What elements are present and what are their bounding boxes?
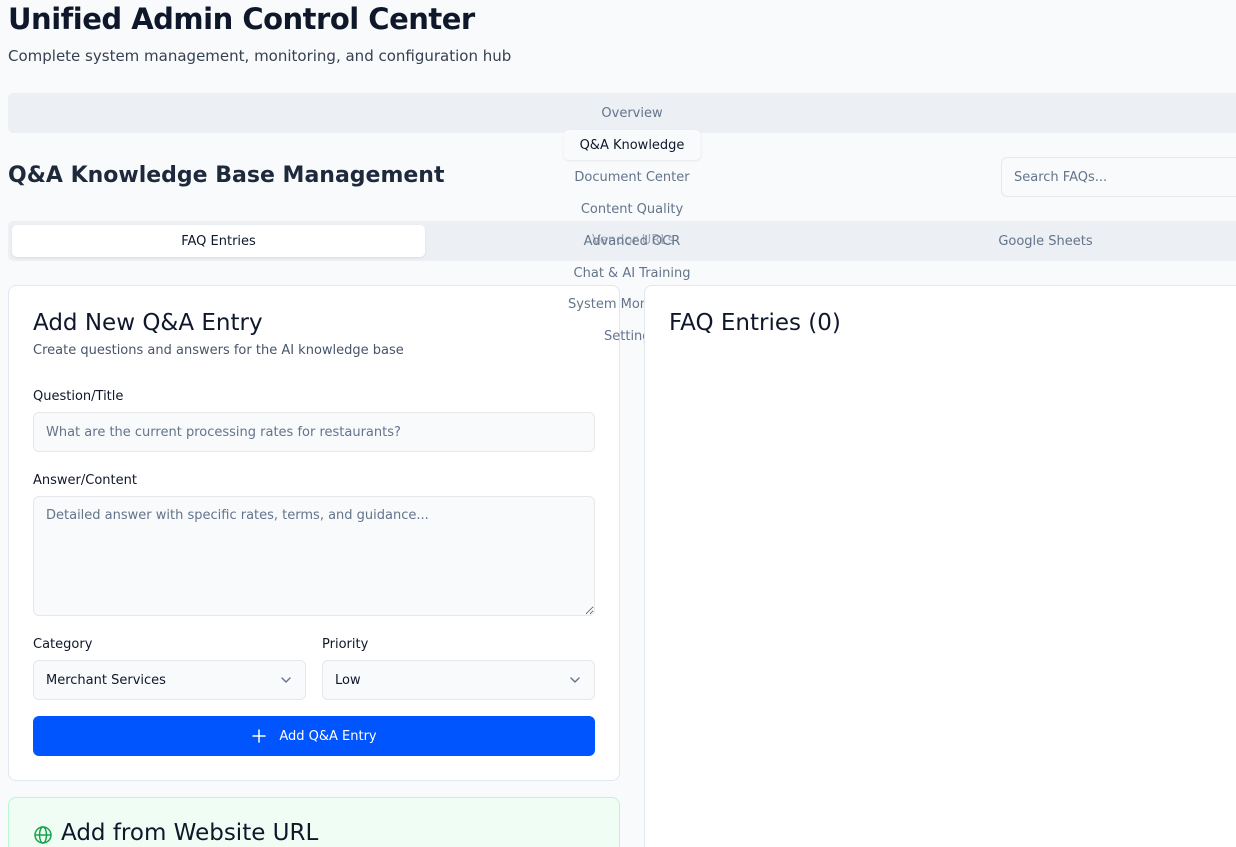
sub-tab-vendor-urls[interactable]: Vendor URLs bbox=[592, 233, 674, 248]
category-value: Merchant Services bbox=[46, 672, 166, 688]
add-qa-description: Create questions and answers for the AI … bbox=[33, 343, 404, 358]
globe-icon bbox=[34, 826, 52, 844]
chevron-down-icon bbox=[570, 677, 580, 683]
tab-content-quality[interactable]: Content Quality bbox=[581, 194, 683, 224]
tab-system-monitor[interactable]: System Monitor bbox=[568, 297, 644, 312]
add-qa-title: Add New Q&A Entry bbox=[33, 310, 263, 336]
category-select[interactable]: Merchant Services bbox=[33, 660, 306, 700]
tab-document-center[interactable]: Document Center bbox=[574, 162, 689, 192]
app-title: Unified Admin Control Center bbox=[8, 2, 475, 36]
add-qa-card: Add New Q&A Entry Create questions and a… bbox=[8, 285, 620, 781]
tab-chat-ai-training[interactable]: Chat & AI Training bbox=[574, 258, 691, 288]
priority-label: Priority bbox=[322, 637, 369, 652]
tab-settings[interactable]: Settings bbox=[604, 329, 644, 344]
overflow-tabs-clip: System Monitor Settings bbox=[560, 290, 644, 352]
question-input[interactable] bbox=[33, 412, 595, 452]
add-from-url-card: Add from Website URL bbox=[8, 797, 620, 847]
add-from-url-title: Add from Website URL bbox=[61, 820, 319, 846]
plus-icon bbox=[252, 729, 267, 743]
tab-qa-knowledge[interactable]: Q&A Knowledge bbox=[563, 130, 701, 160]
section-title: Q&A Knowledge Base Management bbox=[8, 163, 445, 188]
sub-tab-google-sheets[interactable]: Google Sheets bbox=[839, 225, 1236, 257]
priority-select[interactable]: Low bbox=[322, 660, 595, 700]
answer-textarea[interactable] bbox=[33, 496, 595, 616]
faq-entries-card: FAQ Entries (0) bbox=[644, 285, 1236, 847]
priority-value: Low bbox=[335, 672, 361, 688]
sub-tab-faq-entries[interactable]: FAQ Entries bbox=[12, 225, 425, 257]
faq-entries-title: FAQ Entries (0) bbox=[669, 310, 841, 336]
app-subtitle: Complete system management, monitoring, … bbox=[8, 47, 512, 65]
add-qa-entry-label: Add Q&A Entry bbox=[279, 728, 377, 744]
question-label: Question/Title bbox=[33, 389, 124, 404]
tab-overview[interactable]: Overview bbox=[601, 98, 662, 128]
add-qa-entry-button[interactable]: Add Q&A Entry bbox=[33, 716, 595, 756]
answer-label: Answer/Content bbox=[33, 473, 137, 488]
admin-page: Unified Admin Control Center Complete sy… bbox=[0, 0, 1236, 847]
category-label: Category bbox=[33, 637, 93, 652]
search-input[interactable] bbox=[1001, 157, 1236, 197]
chevron-down-icon bbox=[281, 677, 291, 683]
